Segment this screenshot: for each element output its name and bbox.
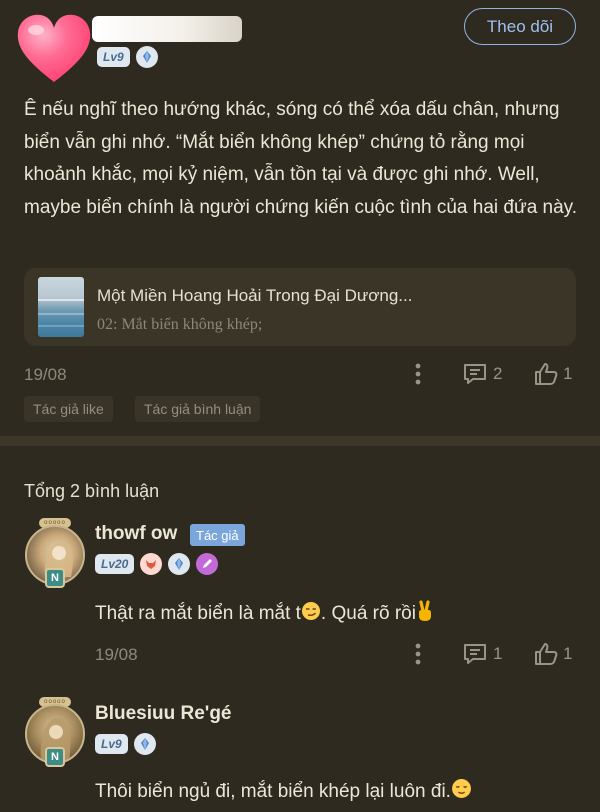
relieved-emoji <box>451 778 472 805</box>
commenter-avatar[interactable]: ooooo N <box>22 697 88 769</box>
like-count: 1 <box>563 364 573 383</box>
reply-count: 2 <box>493 364 503 383</box>
tag-author-liked: Tác giả like <box>24 396 113 422</box>
user-badges: Lv9 <box>97 46 158 68</box>
more-vertical-icon[interactable] <box>409 361 427 387</box>
pen-badge-icon <box>196 553 219 575</box>
like-count: 1 <box>563 644 573 663</box>
comment-icon <box>462 642 488 666</box>
fox-badge-icon <box>140 553 163 575</box>
commenter-name[interactable]: thowf ow <box>95 523 177 545</box>
diamond-badge-icon <box>135 46 158 68</box>
comment-text: Thật ra mắt biển là mắt t . Quá rõ rồi <box>95 600 434 628</box>
post-date: 19/08 <box>24 365 67 384</box>
like-button[interactable]: 1 <box>533 641 572 667</box>
level-badge: Lv20 <box>95 554 135 574</box>
thumbs-up-icon <box>533 641 559 667</box>
chapter-title: Một Miền Hoang Hoải Trong Đại Dương... <box>97 286 413 305</box>
commenter-badges: Lv20 <box>95 553 219 575</box>
diamond-badge-icon <box>133 733 156 755</box>
level-badge: Lv9 <box>97 47 130 67</box>
username-redacted[interactable] <box>92 16 242 42</box>
comment-text: Thôi biển ngủ đi, mắt biển khép lại luôn… <box>95 778 472 805</box>
level-badge: Lv9 <box>95 734 128 754</box>
comment-icon <box>462 362 488 386</box>
section-divider <box>0 436 600 446</box>
post-text: Ê nếu nghĩ theo hướng khác, sóng có thể … <box>24 99 578 218</box>
chapter-thumbnail <box>38 277 84 337</box>
like-button[interactable]: 1 <box>533 361 572 387</box>
total-comments: Tổng 2 bình luận <box>24 481 160 501</box>
smirk-emoji <box>301 601 321 627</box>
avatar-frame-emblem: N <box>45 568 65 588</box>
victory-hand-emoji <box>416 600 434 628</box>
reply-button[interactable]: 2 <box>462 362 502 386</box>
comment-text-part2: . Quá rõ rồi <box>320 603 416 624</box>
comment-text-part1: Thôi biển ngủ đi, mắt biển khép lại luôn… <box>95 780 451 802</box>
comment-date: 19/08 <box>95 645 138 664</box>
follow-button[interactable]: Theo dõi <box>464 8 576 45</box>
diamond-badge-icon <box>168 553 191 575</box>
chapter-subtitle: 02: Mắt biển không khép; <box>97 316 263 333</box>
thumbs-up-icon <box>533 361 559 387</box>
author-tag: Tác giả <box>190 524 245 546</box>
more-vertical-icon[interactable] <box>409 641 427 667</box>
commenter-name[interactable]: Bluesiuu Re'gé <box>95 703 232 725</box>
commenter-badges: Lv9 <box>95 733 156 755</box>
reply-count: 1 <box>493 644 503 663</box>
comment-text-part1: Thật ra mắt biển là mắt t <box>95 603 301 624</box>
reply-button[interactable]: 1 <box>462 642 502 666</box>
tag-author-commented: Tác giả bình luận <box>135 396 261 422</box>
linked-chapter-card[interactable] <box>24 268 576 346</box>
avatar-frame-emblem: N <box>45 747 65 767</box>
avatar-heart-icon[interactable] <box>14 10 94 86</box>
commenter-avatar[interactable]: ooooo N <box>22 518 88 590</box>
